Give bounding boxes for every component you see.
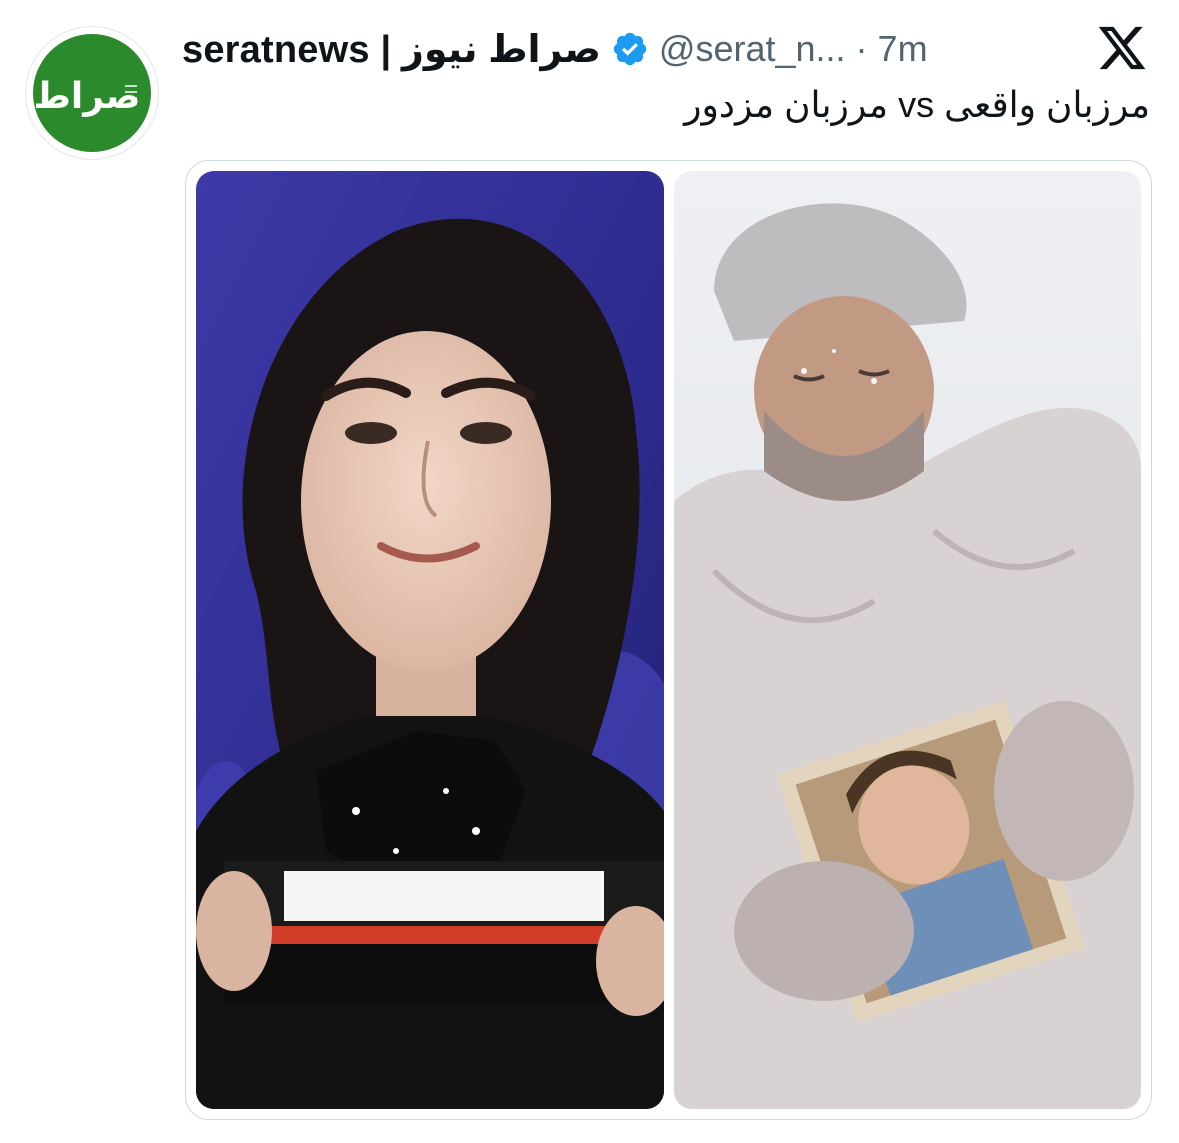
- tweet-header: seratnews | صراط نیوز @serat_n... · 7m: [182, 24, 928, 74]
- display-name[interactable]: seratnews | صراط نیوز: [182, 27, 601, 72]
- verified-badge-icon: [611, 30, 649, 68]
- avatar-logo: صراط: [33, 34, 151, 152]
- media-container[interactable]: [185, 160, 1152, 1120]
- photo-right[interactable]: [674, 171, 1141, 1109]
- x-logo-icon[interactable]: [1094, 22, 1150, 74]
- avatar-logo-text: صراط: [34, 76, 141, 117]
- photo-left[interactable]: [196, 171, 664, 1109]
- handle-and-time[interactable]: @serat_n... · 7m: [659, 28, 928, 70]
- tweet-text: مرزبان واقعی vs مرزبان مزدور: [684, 84, 1150, 125]
- avatar[interactable]: صراط: [26, 27, 158, 159]
